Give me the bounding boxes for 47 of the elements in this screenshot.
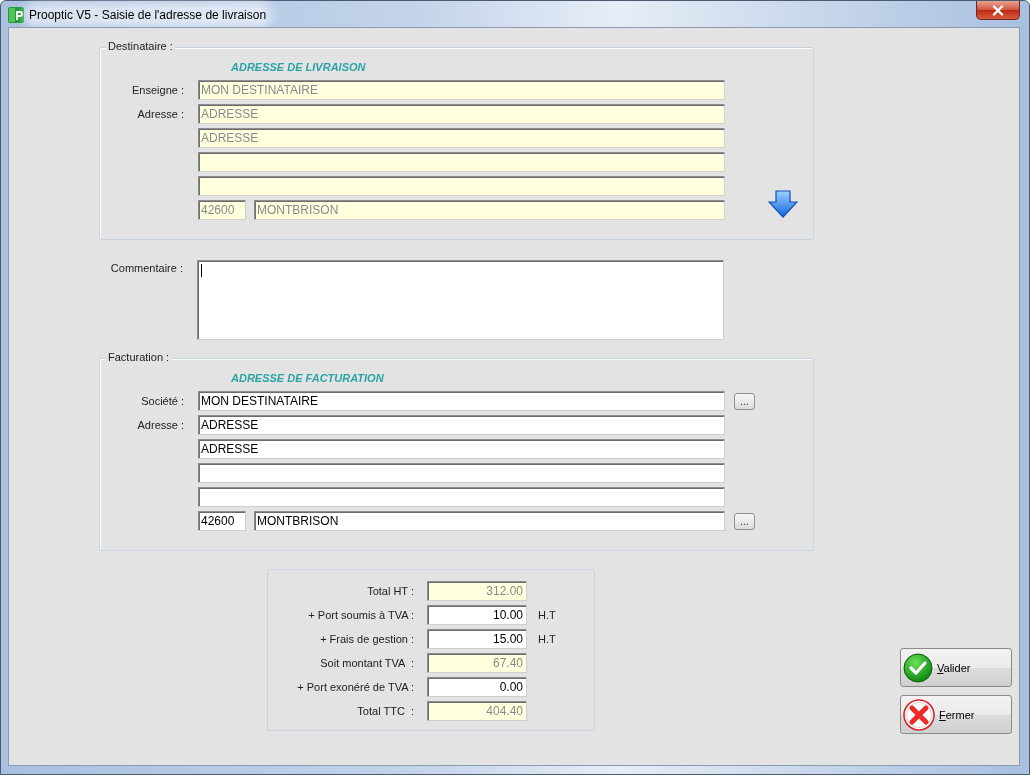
amount-field[interactable]: 0.00 [427, 677, 527, 697]
field-label: Total TTC : [356, 704, 415, 719]
text-field[interactable]: MON DESTINATAIRE [198, 80, 725, 100]
group-legend: Facturation : [106, 351, 172, 363]
browse-button[interactable]: ... [734, 513, 755, 530]
field-label: Commentaire : [109, 261, 184, 276]
window-title: Prooptic V5 - Saisie de l'adresse de livraison [29, 7, 267, 22]
field-label: Adresse : [136, 107, 185, 122]
section-heading: ADRESSE DE FACTURATION [231, 372, 385, 385]
text-field[interactable]: ADRESSE [198, 439, 725, 459]
field-label: + Port soumis à TVA : [307, 608, 415, 623]
field-label: + Frais de gestion : [319, 632, 415, 647]
text-field[interactable] [198, 176, 725, 196]
down-arrow-icon[interactable] [768, 190, 798, 218]
close-button[interactable]: Fermer [900, 695, 1012, 734]
close-button[interactable] [976, 1, 1020, 20]
field-label: Enseigne : [131, 83, 185, 98]
field-label: + Port exonéré de TVA : [296, 680, 415, 695]
section-heading: ADRESSE DE LIVRAISON [231, 61, 367, 74]
app-icon [8, 6, 24, 23]
validate-button[interactable]: Valider [900, 648, 1012, 687]
amount-field[interactable]: 10.00 [427, 605, 527, 625]
group-legend: Destinataire : [106, 40, 175, 52]
cross-icon [903, 698, 935, 731]
text-field[interactable]: ADRESSE [198, 415, 725, 435]
unit-label: H.T [537, 632, 557, 647]
unit-label: H.T [537, 608, 557, 623]
text-field[interactable] [198, 463, 725, 483]
field-label: Adresse : [136, 418, 185, 433]
field-label: Société : [140, 394, 185, 409]
browse-button[interactable]: ... [734, 393, 755, 410]
amount-field[interactable]: 404.40 [427, 701, 527, 721]
text-field[interactable]: MONTBRISON [254, 200, 725, 220]
amount-field[interactable]: 67.40 [427, 653, 527, 673]
text-field[interactable]: MONTBRISON [254, 511, 725, 531]
text-field[interactable]: 42600 [198, 511, 246, 531]
text-field[interactable]: 42600 [198, 200, 246, 220]
text-field[interactable] [198, 152, 725, 172]
text-field[interactable]: MON DESTINATAIRE [198, 391, 725, 411]
comment-field[interactable] [197, 260, 724, 340]
checkmark-icon [903, 652, 933, 683]
field-label: Total HT : [366, 584, 415, 599]
amount-field[interactable]: 15.00 [427, 629, 527, 649]
amount-field[interactable]: 312.00 [427, 581, 527, 601]
text-field[interactable] [198, 487, 725, 507]
close-icon [992, 4, 1004, 16]
field-label: Soit montant TVA : [319, 656, 415, 671]
